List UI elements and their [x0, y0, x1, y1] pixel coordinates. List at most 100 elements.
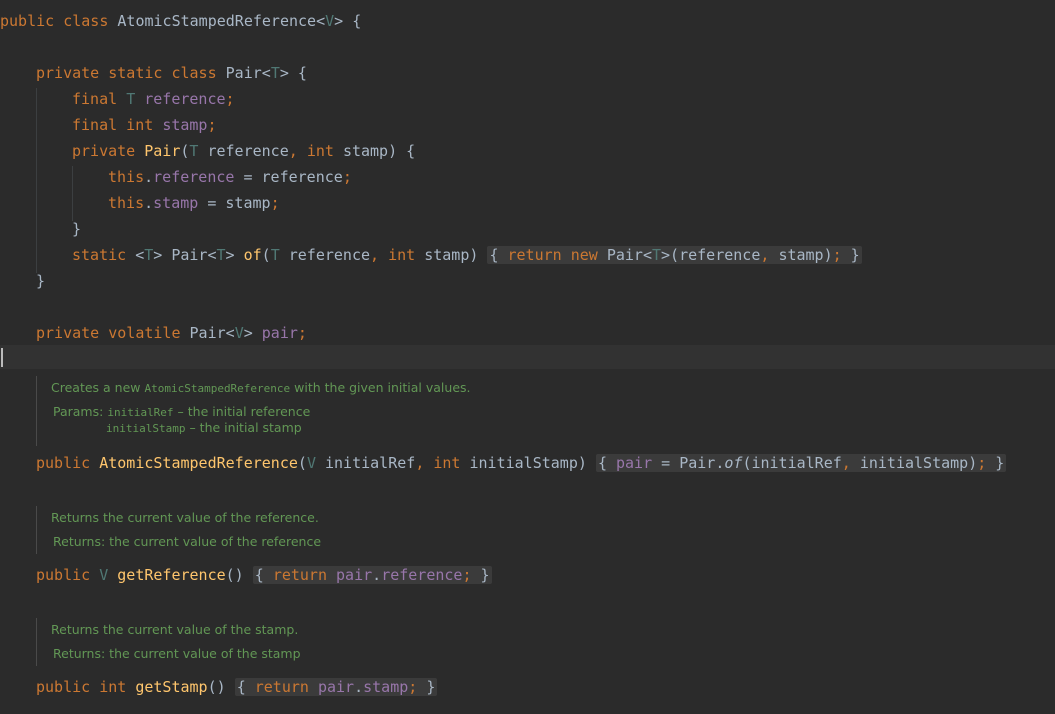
keyword: public [36, 566, 91, 584]
class-name: Pair [679, 454, 716, 472]
class-name: Pair [189, 324, 226, 342]
keyword: int [388, 246, 416, 264]
doc-returns: Returns: the current value of the stamp [53, 646, 301, 661]
brace: { [297, 64, 307, 82]
assign-reference-line: this.reference = reference; [108, 168, 352, 186]
method-name: getStamp [135, 678, 208, 696]
keyword: new [570, 246, 598, 264]
param-name: reference [288, 246, 371, 264]
field-name: reference [153, 168, 235, 186]
doc-params: Params: initialRef – the initial referen… [53, 404, 311, 419]
pair-class-line: private static class Pair<T> { [36, 64, 307, 82]
doc-summary: Returns the current value of the stamp. [51, 622, 299, 637]
keyword: private static class [36, 64, 217, 82]
keyword: this [108, 168, 145, 186]
method-name: getReference [117, 566, 226, 584]
param-name: initialStamp [469, 454, 578, 472]
brace: { [352, 12, 362, 30]
param-name: initialRef [325, 454, 416, 472]
type-param: T [270, 64, 280, 82]
keyword: int [306, 142, 334, 160]
class-name: Pair [225, 64, 262, 82]
folded-method-body[interactable]: { return pair.stamp; } [234, 678, 438, 696]
field-reference-line: final T reference; [72, 86, 235, 112]
type-param: T [126, 90, 136, 108]
method-name: of [243, 246, 262, 264]
doc-summary: Returns the current value of the referen… [51, 510, 319, 525]
brace: } [72, 220, 82, 238]
class-name: AtomicStampedReference [117, 12, 317, 30]
assign-stamp-line: this.stamp = stamp; [108, 194, 280, 212]
keyword: final int [72, 116, 154, 134]
field-name: pair [261, 324, 298, 342]
type-param: T [189, 142, 199, 160]
type-param: V [234, 324, 244, 342]
param-name: stamp [778, 246, 824, 264]
pair-constructor-line: private Pair(T reference, int stamp) { [72, 142, 416, 160]
close-brace-line: } [72, 216, 81, 242]
folded-method-body[interactable]: { return pair.reference; } [252, 566, 492, 584]
brace: } [36, 272, 46, 290]
current-line-highlight [0, 345, 1055, 369]
semicolon: ; [225, 90, 235, 108]
doc-returns: Returns: the current value of the refere… [53, 534, 322, 549]
javadoc-get-stamp: Returns the current value of the stamp. … [36, 618, 301, 666]
field-name: pair [336, 566, 373, 584]
indent-guide [36, 88, 37, 273]
keyword: this [108, 194, 145, 212]
javadoc-constructor: Creates a new AtomicStampedReference wit… [36, 376, 471, 446]
type-param: V [99, 566, 109, 584]
keyword: static [72, 246, 127, 264]
method-name: AtomicStampedReference [99, 454, 298, 472]
param-name: stamp [342, 142, 389, 160]
semicolon: ; [207, 116, 217, 134]
keyword: public int [36, 678, 127, 696]
code-editor[interactable]: public class AtomicStampedReference<V> {… [0, 0, 1055, 714]
keyword: return [254, 678, 309, 696]
doc-param-2: initialStamp – the initial stamp [106, 420, 302, 435]
type-param: T [144, 246, 154, 264]
text-caret [1, 348, 3, 367]
field-name: pair [317, 678, 355, 696]
brace: { [406, 142, 416, 160]
param-name: reference [261, 168, 343, 186]
keyword: return [507, 246, 562, 264]
keyword: return [272, 566, 327, 584]
pair-field-line: private volatile Pair<V> pair; [36, 324, 307, 342]
close-pair-brace-line: } [36, 268, 45, 294]
param-name: reference [207, 142, 289, 160]
param-name: initialStamp [859, 454, 969, 472]
get-stamp-line: public int getStamp() { return pair.stam… [36, 678, 438, 696]
get-reference-line: public V getReference() { return pair.re… [36, 566, 492, 584]
keyword: public class [0, 12, 109, 30]
field-name: reference [144, 90, 226, 108]
javadoc-get-reference: Returns the current value of the referen… [36, 506, 321, 554]
keyword: private volatile [36, 324, 181, 342]
param-name: stamp [424, 246, 470, 264]
class-name: Pair [171, 246, 208, 264]
folded-method-body[interactable]: { return new Pair<T>(reference, stamp); … [487, 246, 862, 264]
type-param: V [325, 12, 335, 30]
keyword: int [433, 454, 461, 472]
field-stamp-line: final int stamp; [72, 112, 217, 138]
keyword: private [72, 142, 136, 160]
main-constructor-line: public AtomicStampedReference(V initialR… [36, 454, 1007, 472]
indent-guide [72, 166, 73, 221]
class-declaration-line: public class AtomicStampedReference<V> { [0, 12, 362, 30]
keyword: public [36, 454, 91, 472]
doc-summary: Creates a new AtomicStampedReference wit… [51, 380, 471, 395]
method-name: of [724, 454, 743, 472]
field-name: reference [381, 566, 463, 584]
class-name: Pair [606, 246, 643, 264]
field-name: stamp [153, 194, 199, 212]
field-name: pair [616, 454, 653, 472]
field-name: stamp [363, 678, 409, 696]
param-name: reference [679, 246, 761, 264]
param-name: initialRef [751, 454, 842, 472]
type-param: V [306, 454, 316, 472]
field-name: stamp [162, 116, 208, 134]
param-name: stamp [225, 194, 271, 212]
keyword: final [72, 90, 118, 108]
folded-method-body[interactable]: { pair = Pair.of(initialRef, initialStam… [595, 454, 1007, 472]
method-name: Pair [144, 142, 181, 160]
